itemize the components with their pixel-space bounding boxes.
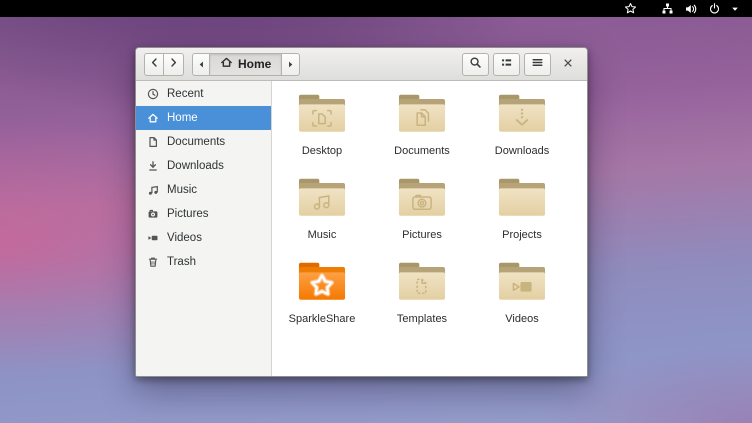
folder-icon bbox=[495, 175, 549, 225]
sidebar-item-documents[interactable]: Documents bbox=[136, 130, 271, 154]
file-item-desktop[interactable]: Desktop bbox=[272, 91, 372, 175]
file-label: Documents bbox=[394, 145, 450, 157]
file-item-music[interactable]: Music bbox=[272, 175, 372, 259]
sidebar-item-label: Recent bbox=[167, 88, 203, 100]
file-item-pictures[interactable]: Pictures bbox=[372, 175, 472, 259]
sidebar: Recent Home Documents Downloads Music Picture… bbox=[136, 81, 272, 376]
close-icon bbox=[562, 57, 574, 72]
clock-icon bbox=[147, 88, 159, 100]
file-label: Videos bbox=[505, 313, 538, 325]
path-scroll-left-icon bbox=[197, 57, 206, 72]
sidebar-item-label: Music bbox=[167, 184, 197, 196]
file-item-videos[interactable]: Videos bbox=[472, 259, 572, 343]
favorites-star-icon[interactable] bbox=[619, 0, 642, 17]
path-home-button[interactable]: Home bbox=[210, 53, 282, 76]
folder-icon bbox=[395, 91, 449, 141]
headerbar: Home bbox=[136, 48, 587, 81]
sidebar-item-label: Videos bbox=[167, 232, 202, 244]
folder-icon bbox=[395, 259, 449, 309]
file-label: Desktop bbox=[302, 145, 342, 157]
sidebar-item-label: Home bbox=[167, 112, 198, 124]
file-label: Music bbox=[308, 229, 337, 241]
sidebar-item-recent[interactable]: Recent bbox=[136, 82, 271, 106]
menu-button[interactable] bbox=[524, 53, 551, 76]
folder-icon bbox=[395, 175, 449, 225]
sidebar-item-trash[interactable]: Trash bbox=[136, 250, 271, 274]
chevron-right-icon bbox=[167, 56, 180, 72]
sidebar-item-label: Documents bbox=[167, 136, 225, 148]
file-label: SparkleShare bbox=[289, 313, 356, 325]
volume-icon[interactable] bbox=[679, 0, 703, 17]
path-bar: Home bbox=[192, 53, 300, 76]
system-top-bar bbox=[0, 0, 752, 17]
sidebar-item-pictures[interactable]: Pictures bbox=[136, 202, 271, 226]
file-item-projects[interactable]: Projects bbox=[472, 175, 572, 259]
sidebar-item-videos[interactable]: Videos bbox=[136, 226, 271, 250]
back-button[interactable] bbox=[144, 53, 164, 76]
path-home-label: Home bbox=[238, 57, 271, 71]
sidebar-item-label: Trash bbox=[167, 256, 196, 268]
sparkleshare-folder-icon bbox=[295, 259, 349, 309]
headerbar-right-group bbox=[462, 53, 579, 76]
sidebar-item-home[interactable]: Home bbox=[136, 106, 271, 130]
file-item-downloads[interactable]: Downloads bbox=[472, 91, 572, 175]
search-button[interactable] bbox=[462, 53, 489, 76]
file-label: Pictures bbox=[402, 229, 442, 241]
download-icon bbox=[147, 160, 159, 172]
folder-icon bbox=[495, 259, 549, 309]
sidebar-item-label: Downloads bbox=[167, 160, 224, 172]
path-scroll-right-button[interactable] bbox=[282, 53, 300, 76]
home-icon bbox=[147, 112, 159, 124]
forward-button[interactable] bbox=[164, 53, 184, 76]
trash-icon bbox=[147, 256, 159, 268]
close-button[interactable] bbox=[557, 53, 579, 76]
camera-icon bbox=[147, 208, 159, 220]
power-icon[interactable] bbox=[703, 0, 726, 17]
folder-icon bbox=[295, 91, 349, 141]
path-scroll-right-icon bbox=[286, 57, 295, 72]
file-label: Templates bbox=[397, 313, 447, 325]
sidebar-item-label: Pictures bbox=[167, 208, 209, 220]
file-grid: Desktop Documents Downloads Music Pictur… bbox=[272, 81, 587, 376]
nav-button-group bbox=[144, 53, 184, 76]
document-icon bbox=[147, 136, 159, 148]
file-item-documents[interactable]: Documents bbox=[372, 91, 472, 175]
window-body: Recent Home Documents Downloads Music Picture… bbox=[136, 81, 587, 376]
file-item-sparkleshare[interactable]: SparkleShare bbox=[272, 259, 372, 343]
folder-icon bbox=[495, 91, 549, 141]
files-window: Home Recent Home Documents Downloads Music Pi… bbox=[135, 47, 588, 377]
file-label: Projects bbox=[502, 229, 542, 241]
view-list-button[interactable] bbox=[493, 53, 520, 76]
file-item-templates[interactable]: Templates bbox=[372, 259, 472, 343]
sidebar-item-downloads[interactable]: Downloads bbox=[136, 154, 271, 178]
chevron-down-icon[interactable] bbox=[726, 0, 744, 17]
search-icon bbox=[469, 56, 482, 72]
sidebar-item-music[interactable]: Music bbox=[136, 178, 271, 202]
network-tree-icon[interactable] bbox=[656, 0, 679, 17]
path-scroll-left-button[interactable] bbox=[192, 53, 210, 76]
video-icon bbox=[147, 232, 159, 244]
home-icon bbox=[220, 56, 233, 72]
view-list-icon bbox=[500, 56, 513, 72]
menu-icon bbox=[531, 56, 544, 72]
folder-icon bbox=[295, 175, 349, 225]
chevron-left-icon bbox=[148, 56, 161, 72]
file-label: Downloads bbox=[495, 145, 549, 157]
music-note-icon bbox=[147, 184, 159, 196]
